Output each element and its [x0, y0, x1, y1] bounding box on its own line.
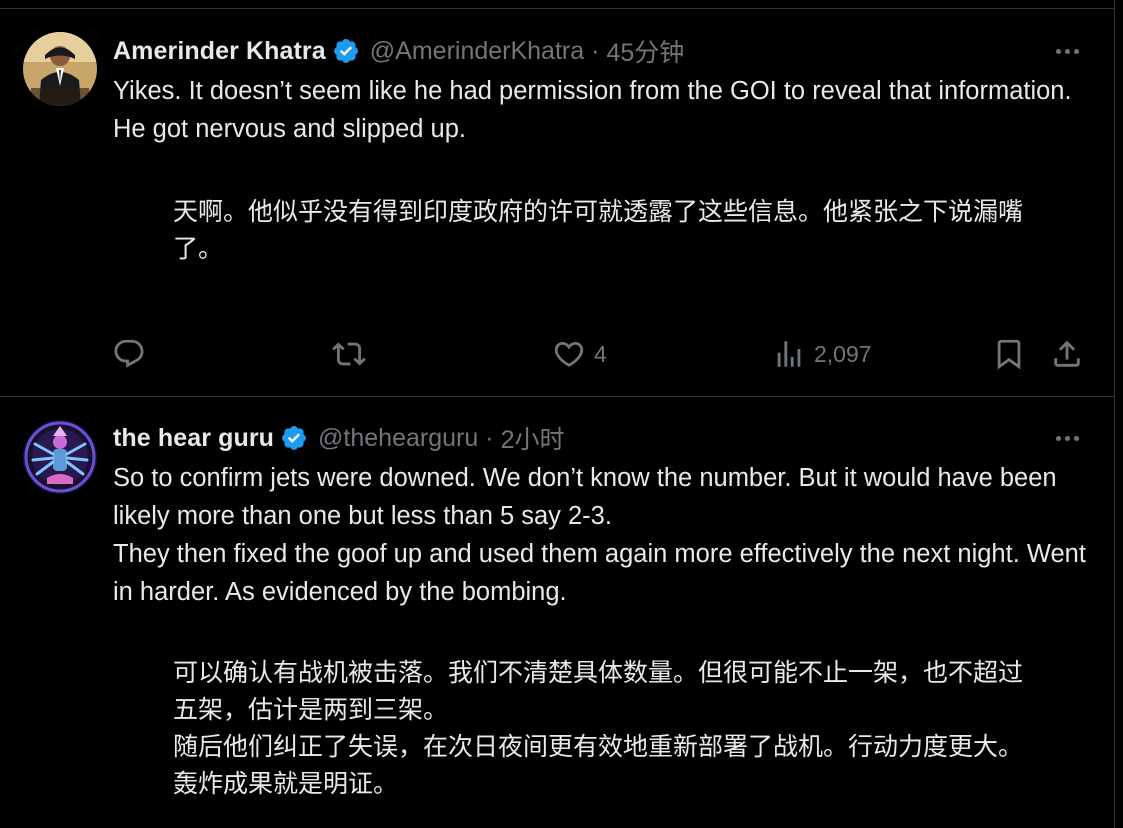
like-button[interactable]: 4	[552, 337, 607, 371]
bookmark-icon	[997, 339, 1021, 370]
top-divider	[0, 0, 1115, 9]
author-handle[interactable]: @thehearguru	[318, 424, 478, 453]
avatar-image	[23, 32, 97, 106]
translation-paragraph: 随后他们纠正了失误，在次日夜间更有效地重新部署了战机。行动力度更大。轰炸成果就是…	[173, 732, 1024, 798]
author-name[interactable]: the hear guru	[113, 424, 274, 453]
view-count: 2,097	[814, 340, 872, 367]
tweet-paragraph: They then fixed the goof up and used the…	[113, 540, 1086, 606]
tweet[interactable]: Amerinder Khatra @AmerinderKhatra · 45分钟…	[0, 9, 1114, 397]
translation-paragraph: 可以确认有战机被击落。我们不清楚具体数量。但很可能不止一架，也不超过五架，估计是…	[173, 658, 1024, 724]
like-icon	[554, 341, 584, 367]
retweet-icon	[332, 342, 366, 366]
timestamp[interactable]: 2小时	[501, 420, 565, 456]
separator: ·	[591, 36, 600, 65]
views-button[interactable]: 2,097	[772, 337, 872, 371]
tweet[interactable]: the hear guru @thehearguru · 2小时 So to c…	[0, 397, 1114, 828]
tweet-paragraph: Yikes. It doesn’t seem like he had permi…	[113, 77, 1072, 143]
reply-button[interactable]	[112, 337, 146, 371]
reply-icon	[114, 339, 144, 368]
avatar[interactable]	[23, 32, 97, 106]
verified-badge-icon[interactable]	[280, 424, 308, 452]
avatar[interactable]	[23, 420, 97, 494]
author-name[interactable]: Amerinder Khatra	[113, 37, 326, 66]
translation-paragraph: 天啊。他似乎没有得到印度政府的许可就透露了这些信息。他紧张之下说漏嘴了。	[173, 197, 1024, 263]
more-icon[interactable]	[1052, 41, 1082, 61]
views-icon	[777, 341, 801, 367]
tweet-actions: 4 2,097	[0, 329, 1114, 381]
avatar-image	[23, 420, 97, 494]
author-handle[interactable]: @AmerinderKhatra	[370, 37, 584, 66]
translation-text: 天啊。他似乎没有得到印度政府的许可就透露了这些信息。他紧张之下说漏嘴了。	[173, 193, 1033, 267]
translation-text: 可以确认有战机被击落。我们不清楚具体数量。但很可能不止一架，也不超过五架，估计是…	[173, 654, 1033, 802]
verified-badge-icon[interactable]	[332, 37, 360, 65]
tweet-text: Yikes. It doesn’t seem like he had permi…	[113, 72, 1088, 148]
separator: ·	[485, 423, 494, 452]
timeline-border	[1114, 0, 1115, 828]
retweet-button[interactable]	[332, 337, 366, 371]
share-button[interactable]	[1050, 337, 1084, 371]
tweet-paragraph: So to confirm jets were downed. We don’t…	[113, 464, 1057, 530]
bookmark-button[interactable]	[992, 337, 1026, 371]
tweet-text: So to confirm jets were downed. We don’t…	[113, 459, 1088, 611]
tweet-header: the hear guru @thehearguru · 2小时	[113, 418, 565, 458]
like-count: 4	[594, 340, 607, 367]
share-icon	[1054, 340, 1080, 367]
tweet-header: Amerinder Khatra @AmerinderKhatra · 45分钟	[113, 31, 684, 71]
timestamp[interactable]: 45分钟	[606, 33, 684, 69]
more-icon[interactable]	[1052, 428, 1082, 448]
